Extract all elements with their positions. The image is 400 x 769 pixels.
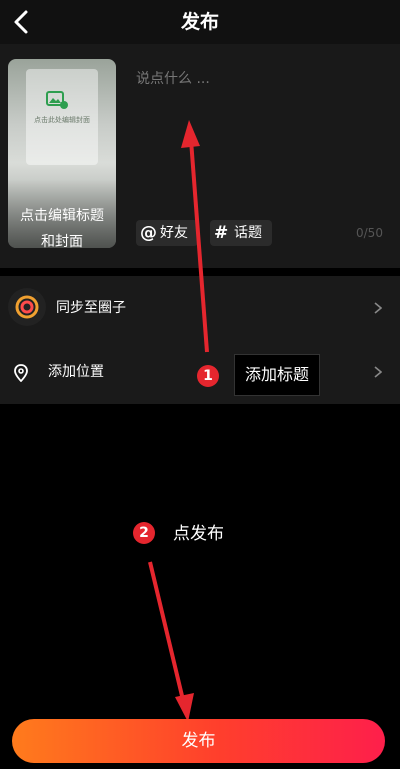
add-title-tooltip: 添加标题: [234, 354, 321, 396]
step-2-badge: 2: [133, 522, 155, 544]
arrow-1: [181, 120, 209, 353]
arrow-2: [148, 561, 194, 722]
click-publish-tooltip: 点发布: [173, 524, 224, 544]
publish-button[interactable]: 发布: [12, 719, 385, 763]
step-1-badge: 1: [197, 365, 219, 387]
annotation-arrows: [148, 120, 209, 722]
